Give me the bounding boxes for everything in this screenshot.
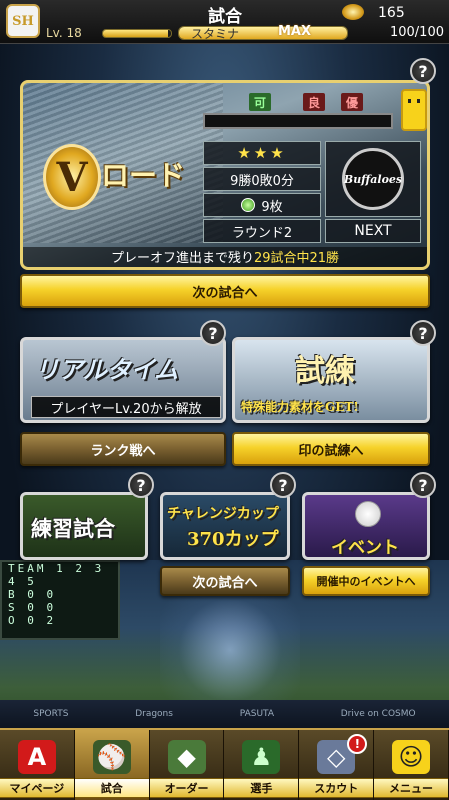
help-icon[interactable]: ? <box>410 472 436 498</box>
ad-text: Dragons <box>135 709 173 719</box>
realtime-lock-label: プレイヤーLv.20から解放 <box>31 396 221 418</box>
nav-label: 選手 <box>224 778 299 798</box>
record-cell: 9勝0敗0分 <box>203 167 321 191</box>
baseball-icon <box>355 501 381 527</box>
open-event-button[interactable]: 開催中のイベントへ <box>302 566 430 596</box>
rating-stars: ★★★ <box>237 144 287 162</box>
coin-icon <box>342 4 364 20</box>
event-title: イベント <box>331 538 399 558</box>
nav-label: マイページ <box>0 778 74 798</box>
stat-grid: ★★★ 9勝0敗0分 9枚 ラウンド2 <box>203 141 321 245</box>
nav-tab-mypage[interactable]: A マイページ <box>0 730 75 800</box>
rank-match-button[interactable]: ランク戦へ <box>20 432 226 466</box>
mypage-icon: A <box>17 740 56 774</box>
coin-count: 165 <box>378 5 405 21</box>
nav-label: オーダー <box>149 778 224 798</box>
notification-badge: ! <box>347 734 368 754</box>
help-icon[interactable]: ? <box>128 472 154 498</box>
realtime-title: リアルタイム <box>35 355 179 384</box>
nav-tab-menu[interactable]: ☺ メニュー <box>374 730 449 800</box>
bottom-nav: A マイページ ⚾ 試合 ◆ オーダー ♟ 選手 ◇ スカウト ! ☺ メニュー <box>0 728 449 800</box>
vroad-emblem: V ロード <box>35 138 215 218</box>
next-game-button[interactable]: 次の試合へ <box>20 274 430 308</box>
nav-tab-players[interactable]: ♟ 選手 <box>224 730 300 800</box>
mascot-icon <box>401 89 427 131</box>
menu-mascot-icon: ☺ <box>392 740 431 774</box>
round-cell: ラウンド2 <box>203 219 321 243</box>
playoff-highlight: 29試合中21勝 <box>253 251 340 266</box>
header-bar: SH 試合 165 Lv. 18 スタミナ MAX 100/100 <box>0 0 449 44</box>
ad-boards: SPORTS Dragons PASUTA Drive on COSMO <box>0 700 449 728</box>
nav-tab-match[interactable]: ⚾ 試合 <box>74 730 150 800</box>
medal-count: 9枚 <box>261 199 283 215</box>
challenge-title: チャレンジカップ <box>167 506 279 522</box>
scoreboard: TEAM 1 2 3 4 5 B 0 0 S 0 0 O 0 2 <box>0 560 120 640</box>
nav-label: 試合 <box>74 778 149 798</box>
medal-icon <box>241 198 256 212</box>
help-icon[interactable]: ? <box>270 472 296 498</box>
eval-tag-ka: 可 <box>249 93 271 111</box>
help-icon[interactable]: ? <box>410 320 436 346</box>
trial-subtitle: 特殊能力素材をGET! <box>241 400 359 414</box>
event-card[interactable]: イベント <box>302 492 430 560</box>
practice-title: 練習試合 <box>31 516 115 541</box>
level-label: Lv. 18 <box>46 26 82 40</box>
help-icon[interactable]: ? <box>200 320 226 346</box>
nav-tab-scout[interactable]: ◇ スカウト ! <box>299 730 375 800</box>
scoreboard-row: TEAM 1 2 3 4 5 <box>8 562 105 588</box>
eval-tag-ryo: 良 <box>303 93 325 111</box>
nav-tab-order[interactable]: ◆ オーダー <box>149 730 225 800</box>
stamina-value: 100/100 <box>389 25 444 40</box>
challenge-subtitle: 370カップ <box>187 529 279 550</box>
nav-label: メニュー <box>374 778 448 798</box>
team-logo[interactable]: SH <box>6 4 40 38</box>
buffaloes-logo: Buffaloes <box>342 148 404 210</box>
help-icon[interactable]: ? <box>410 58 436 84</box>
practice-match-card[interactable]: 練習試合 <box>20 492 148 560</box>
exp-fill <box>103 30 168 37</box>
stars-cell: ★★★ <box>203 141 321 165</box>
button-label: ランク戦へ <box>90 443 156 459</box>
nav-label: スカウト <box>299 778 374 798</box>
button-label: 印の試練へ <box>298 443 364 459</box>
playoff-status: プレーオフ進出まで残り29試合中21勝 <box>23 247 427 267</box>
trial-title: 試練 <box>295 354 355 389</box>
scoreboard-row: S 0 0 <box>8 601 57 614</box>
field-icon: ⚾ <box>92 740 131 774</box>
ad-text: Drive on COSMO <box>340 709 416 719</box>
playoff-prefix: プレーオフ進出まで残り <box>110 251 254 266</box>
scoreboard-row: O 0 2 <box>8 614 57 627</box>
eval-tag-yu: 優 <box>341 93 363 111</box>
v-emblem-icon: V <box>43 144 101 210</box>
player-icon: ♟ <box>242 740 281 774</box>
shirushi-trial-button[interactable]: 印の試練へ <box>232 432 430 466</box>
button-label: 次の試合へ <box>192 575 258 591</box>
trial-card[interactable]: 試練 特殊能力素材をGET! <box>232 337 430 423</box>
next-label: NEXT <box>325 219 421 243</box>
vroad-card[interactable]: V ロード 可 良 優 ★★★ 9勝0敗0分 9枚 ラウンド2 Buffaloe… <box>20 80 430 270</box>
stamina-label: スタミナ <box>190 27 239 41</box>
evaluation-bar <box>203 113 393 129</box>
challenge-cup-card[interactable]: チャレンジカップ 370カップ <box>160 492 290 560</box>
exp-bar <box>102 29 172 38</box>
button-label: 次の試合へ <box>192 285 258 301</box>
button-label: 開催中のイベントへ <box>316 575 416 588</box>
page-title: 試合 <box>208 7 242 27</box>
challenge-next-button[interactable]: 次の試合へ <box>160 566 290 596</box>
scoreboard-row: B 0 0 <box>8 588 57 601</box>
ad-text: SPORTS <box>33 709 69 719</box>
opponent-logo: Buffaloes <box>325 141 421 217</box>
ad-text: PASUTA <box>239 709 274 719</box>
medal-cell: 9枚 <box>203 193 321 217</box>
order-icon: ◆ <box>167 740 206 774</box>
realtime-card[interactable]: リアルタイム プレイヤーLv.20から解放 <box>20 337 226 423</box>
stamina-max-label: MAX <box>278 24 312 39</box>
